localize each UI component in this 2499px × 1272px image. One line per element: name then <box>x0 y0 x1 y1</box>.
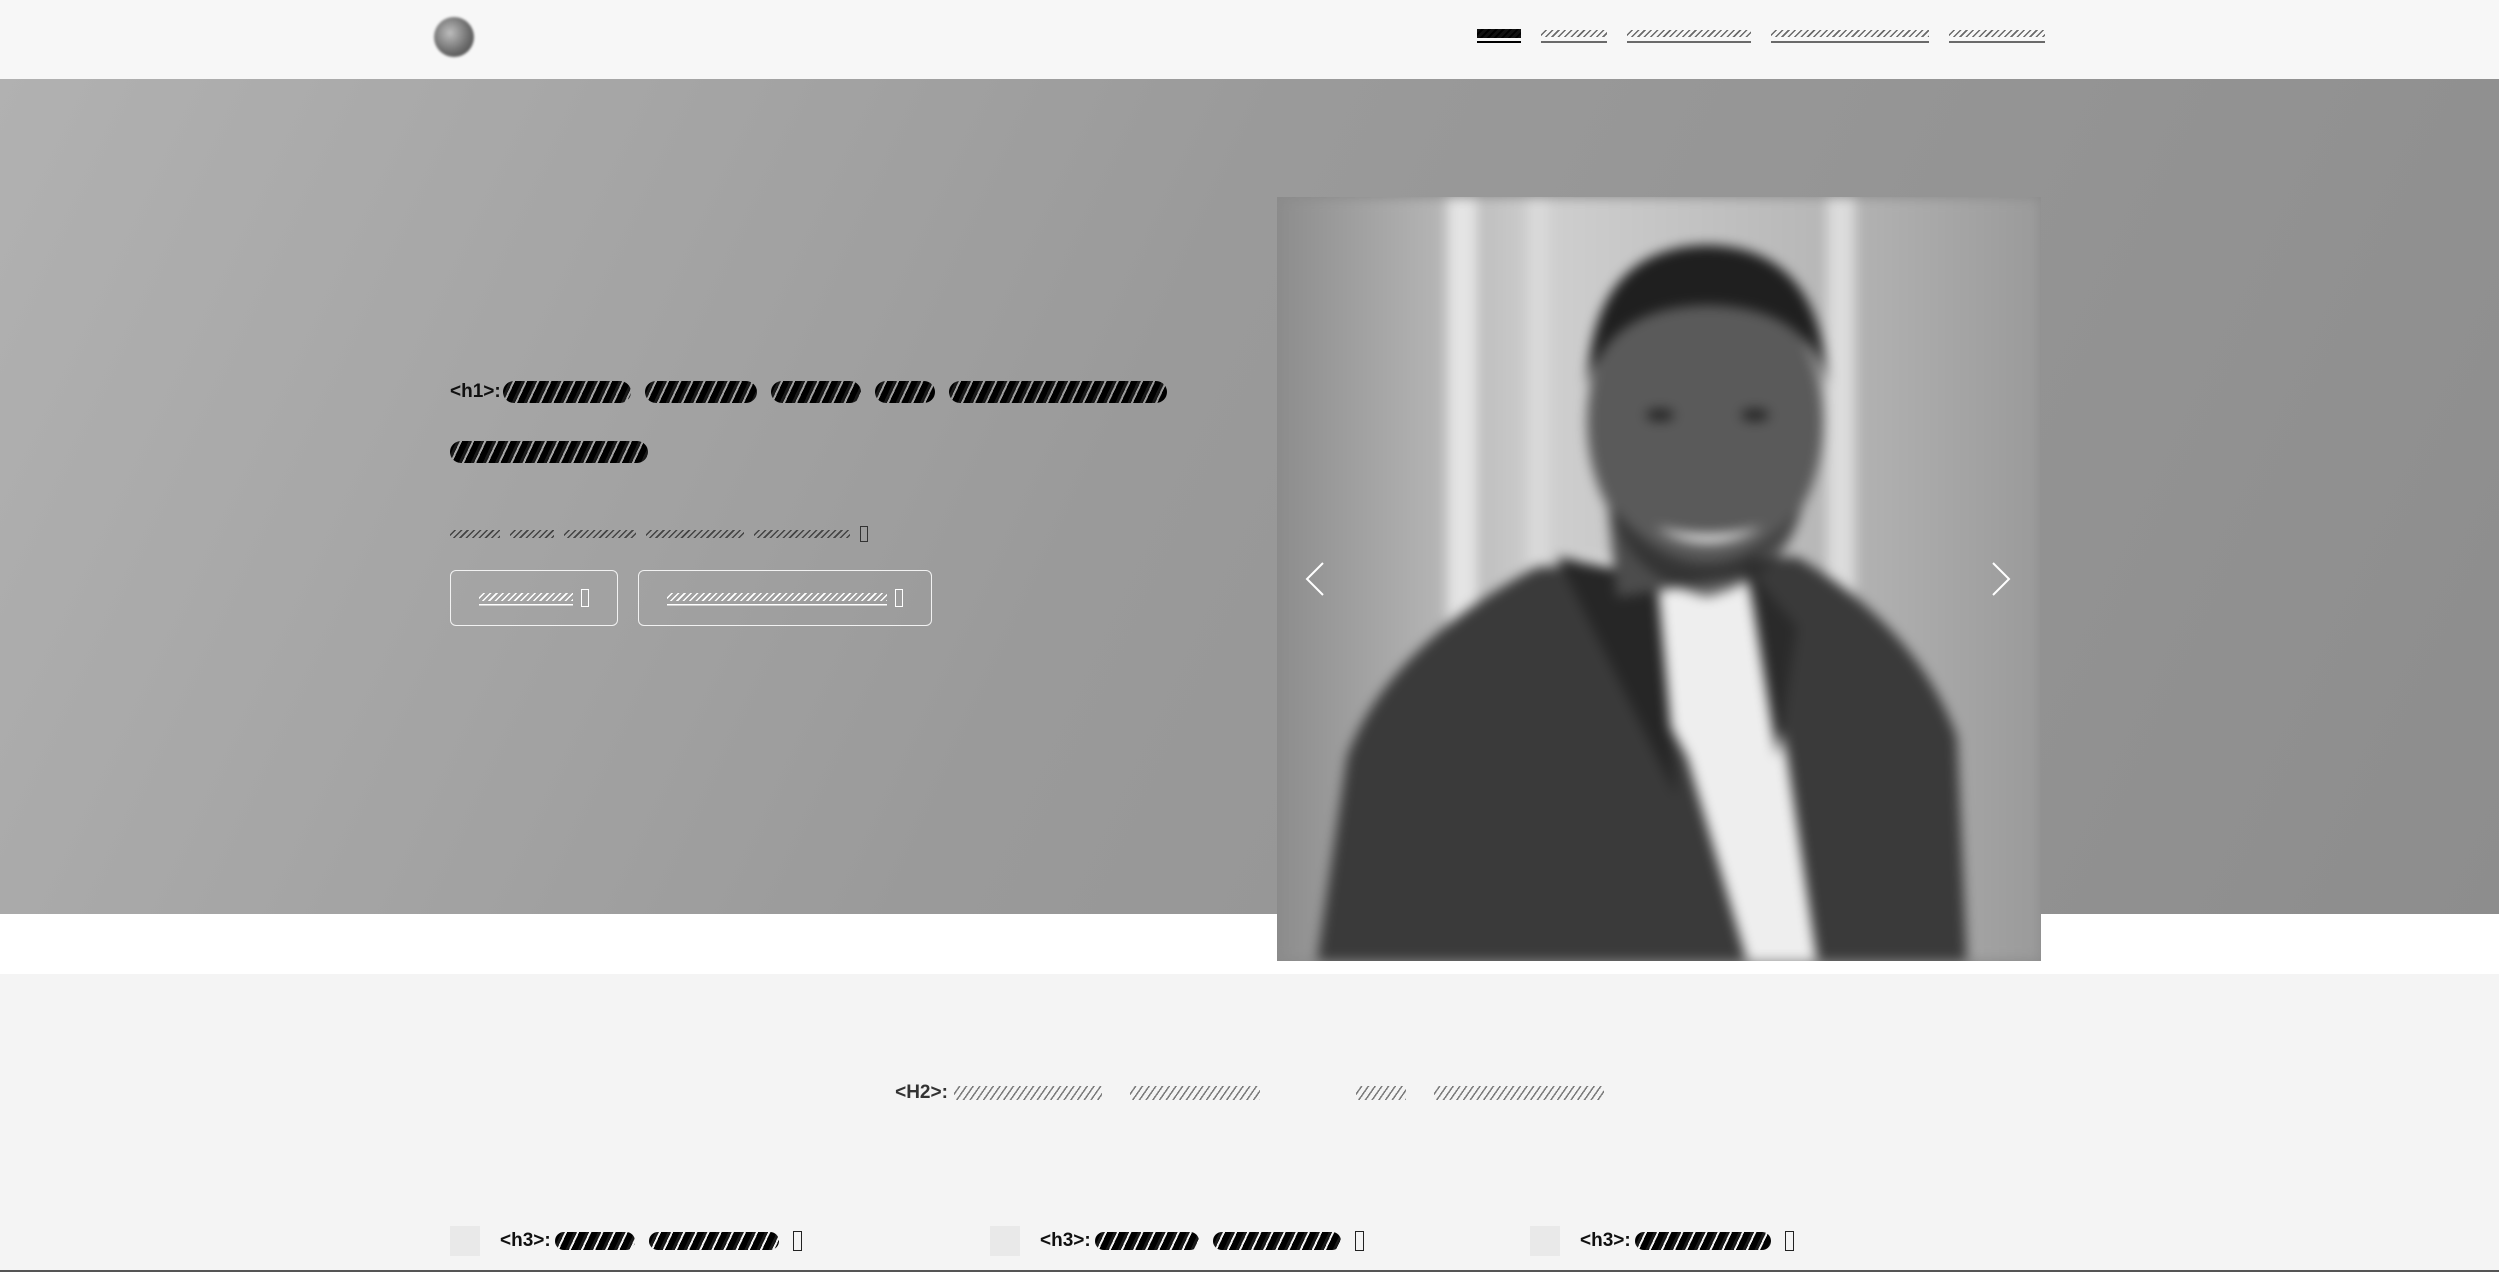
carousel-prev-button[interactable] <box>1297 559 1333 599</box>
redacted-word <box>953 1086 1102 1100</box>
hero-carousel[interactable] <box>1277 197 2041 961</box>
redacted-word <box>646 530 744 539</box>
redacted-word <box>1634 1232 1771 1250</box>
redacted-word <box>1433 1086 1604 1100</box>
carousel-next-button[interactable] <box>1983 559 2019 599</box>
nav-link-contact[interactable]: Contact <box>1949 24 2045 46</box>
redacted-heading-text <box>953 1086 1604 1100</box>
hero-section: <h1>: <box>0 79 2499 961</box>
external-link-icon <box>581 589 589 608</box>
h2-tag-label: <H2>: <box>895 1082 948 1103</box>
hero-text-block: <h1>: <box>450 362 1230 627</box>
redacted-word <box>644 381 757 403</box>
redacted-word <box>450 441 648 463</box>
external-link-icon <box>1354 1231 1364 1251</box>
redacted-word <box>754 530 850 539</box>
redacted-word <box>554 1232 635 1250</box>
redacted-button-label <box>667 590 887 607</box>
redacted-word <box>502 381 631 403</box>
redacted-word <box>510 530 554 539</box>
redacted-word <box>770 381 861 403</box>
redacted-word <box>1094 1232 1199 1250</box>
main-nav: Home About Services Testimonials Contact <box>1477 24 2045 46</box>
feature-item[interactable]: <h3>: <box>450 1226 990 1256</box>
redacted-word <box>1129 1086 1260 1100</box>
feature-item[interactable]: <h3>: <box>990 1226 1530 1256</box>
hero-heading: <h1>: <box>450 362 1230 482</box>
external-link-icon <box>1784 1231 1794 1251</box>
h3-tag-label: <h3>: <box>1040 1230 1091 1251</box>
section-heading: <H2>: <box>0 1082 2499 1104</box>
nav-link-home[interactable]: Home <box>1477 24 1521 46</box>
h3-tag-label: <h3>: <box>500 1230 551 1251</box>
feature-list: <h3>: <h3>: <h3>: <box>450 1226 2070 1256</box>
redacted-word <box>564 530 636 539</box>
nav-link-about[interactable]: About <box>1541 24 1607 46</box>
hero-buttons <box>450 570 1230 627</box>
redacted-word <box>648 1232 779 1250</box>
h3-tag-label: <h3>: <box>1580 1230 1631 1251</box>
avatar-logo-icon[interactable] <box>434 17 474 57</box>
hero-tagline <box>450 526 1230 543</box>
portrait-photo <box>1277 197 2041 961</box>
secondary-cta-button[interactable] <box>638 570 932 627</box>
chevron-right-icon <box>1992 562 2011 596</box>
nav-link-testimonials[interactable]: Testimonials <box>1771 24 1929 46</box>
redacted-word <box>948 381 1167 403</box>
feature-icon <box>1530 1226 1560 1256</box>
primary-cta-button[interactable] <box>450 570 618 627</box>
services-section: <H2>: <h3>: <h3>: <h3>: <box>0 974 2499 1272</box>
redacted-word <box>1355 1086 1406 1100</box>
feature-icon <box>990 1226 1020 1256</box>
redacted-button-label <box>479 590 573 607</box>
nav-link-services[interactable]: Services <box>1627 24 1751 46</box>
site-header: Home About Services Testimonials Contact <box>0 0 2499 80</box>
redacted-word <box>874 381 935 403</box>
feature-item[interactable]: <h3>: <box>1530 1226 2070 1256</box>
chevron-left-icon <box>1305 562 1324 596</box>
feature-icon <box>450 1226 480 1256</box>
external-link-icon <box>860 526 868 543</box>
redacted-word <box>1212 1232 1341 1250</box>
redacted-word <box>450 530 500 539</box>
external-link-icon <box>895 589 903 608</box>
h1-tag-label: <h1>: <box>450 381 501 402</box>
external-link-icon <box>792 1231 802 1251</box>
